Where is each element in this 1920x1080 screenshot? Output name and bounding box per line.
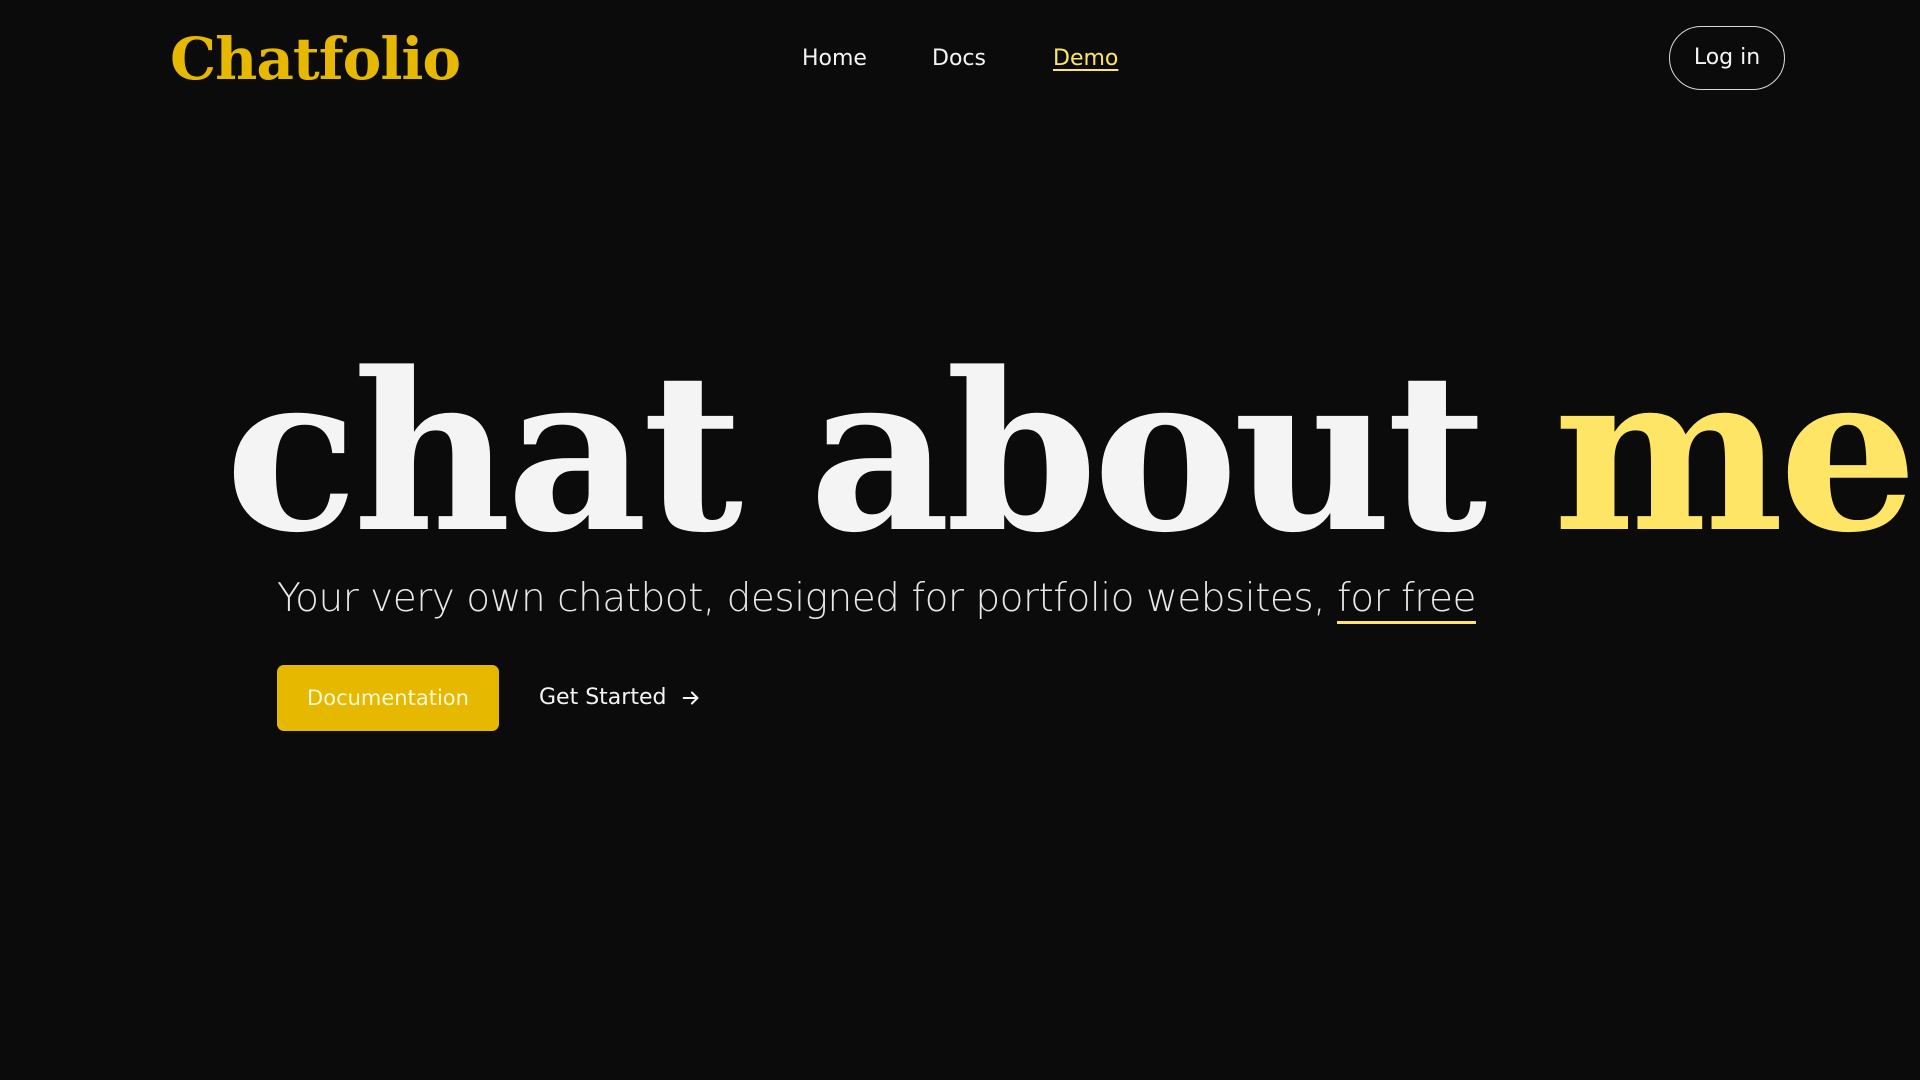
nav-link-docs[interactable]: Docs [932,44,986,74]
nav-link-home[interactable]: Home [802,44,867,74]
hero-title-accent: me [1553,325,1917,581]
get-started-label: Get Started [539,685,667,710]
hero-subtitle-main: Your very own chatbot, designed for port… [277,576,1338,621]
main-nav: Home Docs Demo [0,44,1920,74]
login-button[interactable]: Log in [1669,26,1785,90]
hero-subtitle-highlight: for free [1337,576,1476,621]
nav-link-demo[interactable]: Demo [1053,44,1118,74]
site-header: Chatfolio Home Docs Demo Log in [0,0,1920,118]
hero-title-main: chat about [225,325,1554,581]
hero-subtitle: Your very own chatbot, designed for port… [277,574,1476,624]
get-started-link[interactable]: Get Started [539,683,702,713]
arrow-right-icon [683,691,699,705]
documentation-button[interactable]: Documentation [277,665,499,731]
hero-title: chat about me [225,338,1918,568]
